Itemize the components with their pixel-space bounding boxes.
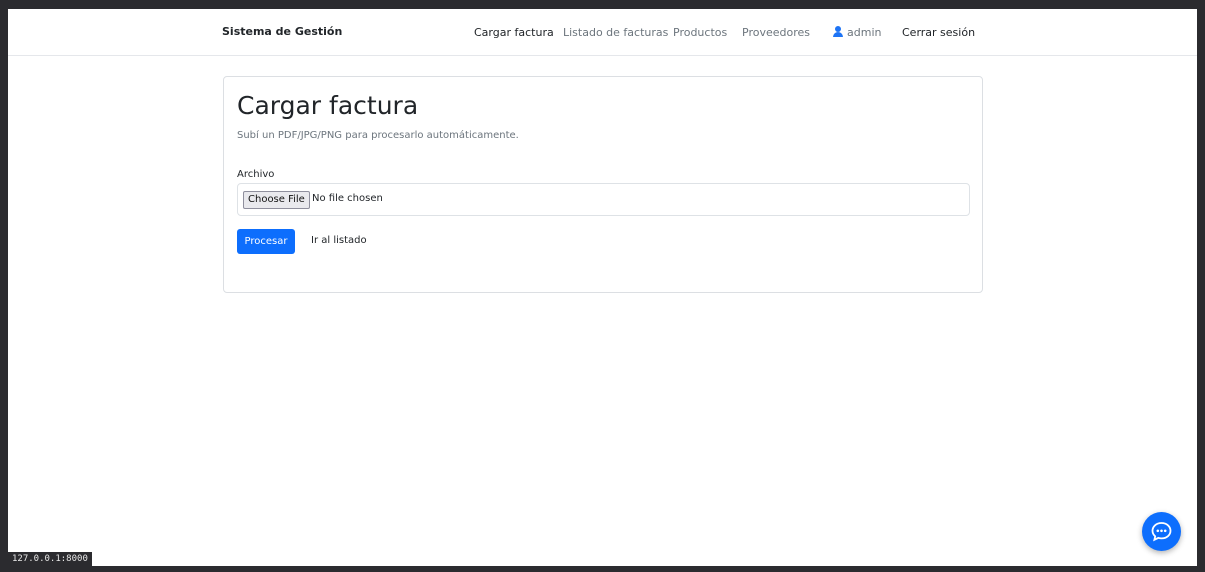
file-input[interactable]: Choose File No file chosen xyxy=(237,183,970,216)
page-title: Cargar factura xyxy=(237,91,419,120)
nav-link-cargar-factura[interactable]: Cargar factura xyxy=(474,26,554,39)
chat-bubble-icon xyxy=(1151,522,1172,542)
logout-link[interactable]: Cerrar sesión xyxy=(902,26,975,39)
nav-link-productos[interactable]: Productos xyxy=(673,26,727,39)
status-bar-url: 127.0.0.1:8000 xyxy=(8,552,92,566)
brand[interactable]: Sistema de Gestión xyxy=(222,25,342,38)
user-name: admin xyxy=(847,26,882,39)
process-button[interactable]: Procesar xyxy=(237,229,295,254)
nav-link-proveedores[interactable]: Proveedores xyxy=(742,26,810,39)
chat-button[interactable] xyxy=(1142,512,1181,551)
navbar: Sistema de Gestión Cargar factura Listad… xyxy=(8,9,1197,56)
nav-link-listado-facturas[interactable]: Listado de facturas xyxy=(563,26,668,39)
user-icon xyxy=(833,26,843,37)
file-status: No file chosen xyxy=(312,193,383,204)
upload-card: Cargar factura Subí un PDF/JPG/PNG para … xyxy=(223,76,983,293)
browser-viewport: Sistema de Gestión Cargar factura Listad… xyxy=(8,9,1197,566)
user-menu[interactable]: admin xyxy=(833,26,881,39)
choose-file-button[interactable]: Choose File xyxy=(243,191,310,209)
page-subtitle: Subí un PDF/JPG/PNG para procesarlo auto… xyxy=(237,130,519,141)
go-to-list-link[interactable]: Ir al listado xyxy=(311,235,367,246)
file-field-label: Archivo xyxy=(237,169,275,180)
